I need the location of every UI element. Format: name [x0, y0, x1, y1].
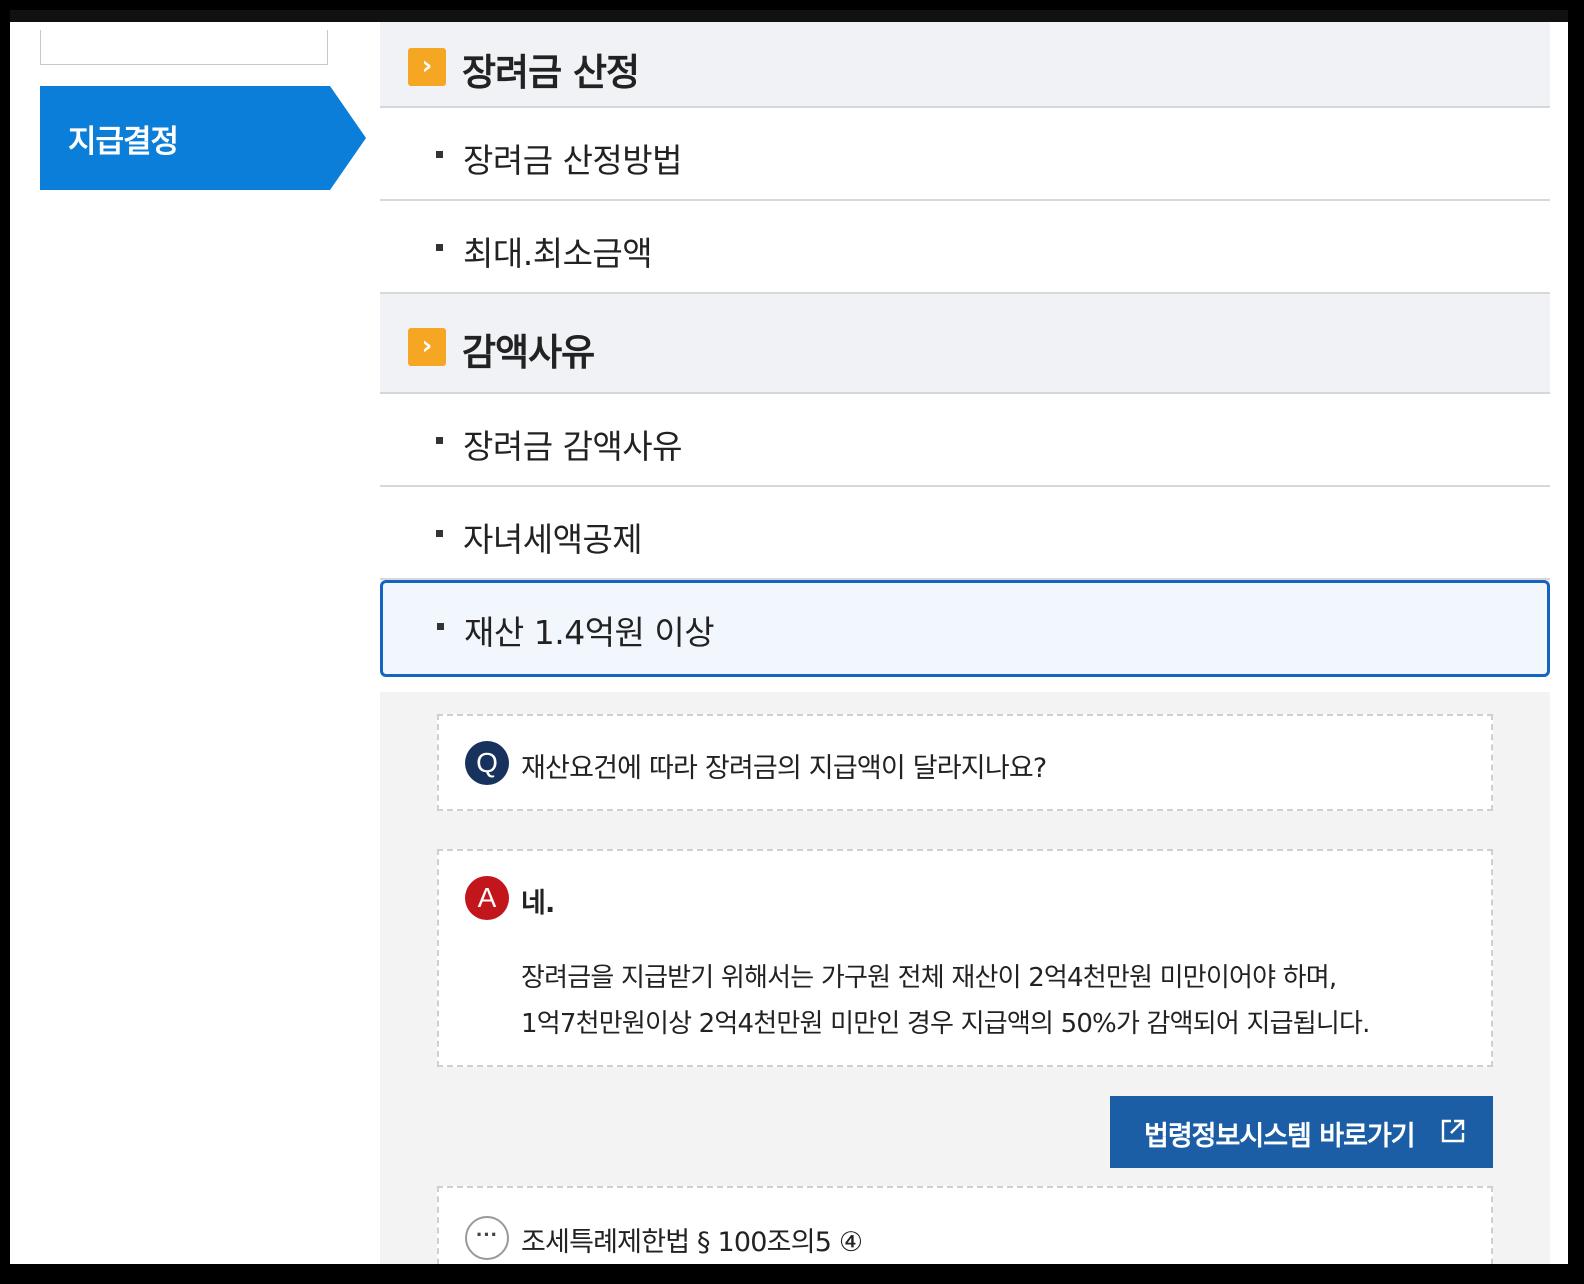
list-item-label: 자녀세액공제: [463, 520, 643, 559]
chevron-right-icon: ›: [408, 328, 446, 366]
bullet-icon: [437, 623, 444, 630]
list-item-label: 재산 1.4억원 이상: [464, 613, 715, 652]
answer-badge: A: [465, 876, 509, 920]
faq-panel: Q 재산요건에 따라 장려금의 지급액이 달라지나요? A 네. 장려금을 지급…: [380, 692, 1550, 1264]
sidebar-item-active[interactable]: 지급결정: [40, 86, 366, 190]
section-header-reduction[interactable]: › 감액사유: [380, 294, 1550, 394]
bullet-icon: [436, 437, 443, 444]
list-item-label: 장려금 감액사유: [463, 427, 683, 466]
answer-title: 네.: [521, 888, 555, 919]
sidebar-item-label: 지급결정: [68, 124, 179, 160]
bullet-icon: [436, 530, 443, 537]
list-item[interactable]: 장려금 감액사유: [380, 394, 1550, 487]
section-title: 장려금 산정: [462, 51, 640, 94]
answer-line: 장려금을 지급받기 위해서는 가구원 전체 재산이 2억4천만원 미만이어야 하…: [521, 963, 1337, 993]
sidebar-menu-box: [40, 30, 328, 65]
section-header-calculation[interactable]: › 장려금 산정: [380, 22, 1550, 108]
law-reference-card: ··· 조세특례제한법 § 100조의5 ④: [437, 1186, 1493, 1264]
section-title: 감액사유: [462, 331, 595, 374]
list-item[interactable]: 자녀세액공제: [380, 487, 1550, 580]
bullet-icon: [436, 244, 443, 251]
question-badge: Q: [465, 741, 509, 785]
more-icon: ···: [465, 1216, 509, 1260]
bullet-icon: [436, 151, 443, 158]
law-info-system-button[interactable]: 법령정보시스템 바로가기: [1110, 1096, 1493, 1168]
answer-card: A 네. 장려금을 지급받기 위해서는 가구원 전체 재산이 2억4천만원 미만…: [437, 849, 1493, 1067]
chevron-right-icon: ›: [408, 48, 446, 86]
answer-body: 장려금을 지급받기 위해서는 가구원 전체 재산이 2억4천만원 미만이어야 하…: [521, 955, 1370, 1047]
list-item[interactable]: 최대.최소금액: [380, 201, 1550, 294]
question-text: 재산요건에 따라 장려금의 지급액이 달라지나요?: [521, 753, 1047, 784]
law-button-label: 법령정보시스템 바로가기: [1144, 1121, 1416, 1152]
question-card: Q 재산요건에 따라 장려금의 지급액이 달라지나요?: [437, 714, 1493, 811]
list-item-label: 장려금 산정방법: [463, 141, 683, 180]
answer-line: 1억7천만원이상 2억4천만원 미만인 경우 지급액의 50%가 감액되어 지급…: [521, 1009, 1370, 1039]
law-reference-text: 조세특례제한법 § 100조의5 ④: [521, 1227, 863, 1258]
page-frame: 지급결정 › 장려금 산정 장려금 산정방법 최대.최소금액 › 감액사유 장려…: [10, 10, 1568, 1264]
list-item[interactable]: 장려금 산정방법: [380, 108, 1550, 201]
list-item-label: 최대.최소금액: [463, 234, 653, 273]
list-item-selected[interactable]: 재산 1.4억원 이상: [380, 580, 1550, 677]
external-link-icon: [1441, 1119, 1465, 1143]
